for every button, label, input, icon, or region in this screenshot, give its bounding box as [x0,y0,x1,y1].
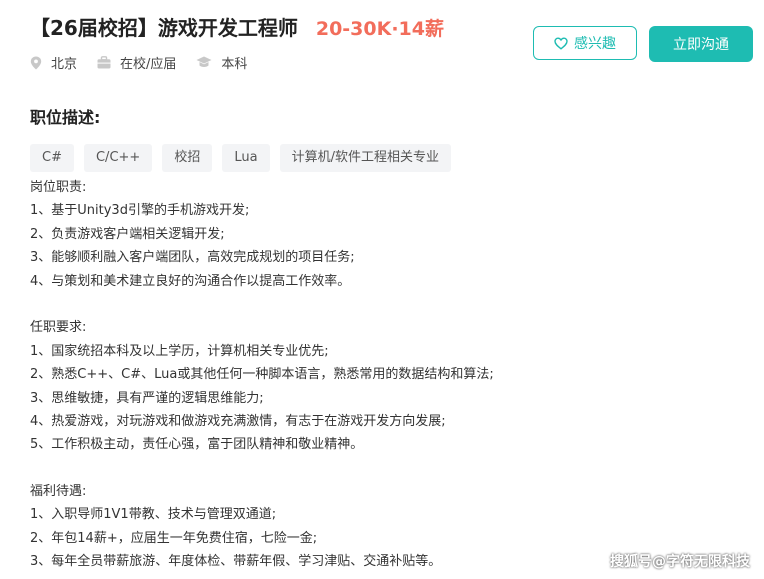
job-location: 北京 [51,57,78,72]
duty-item: 2、负责游戏客户端相关逻辑开发; [30,226,225,242]
chat-now-button[interactable]: 立即沟通 [649,26,753,62]
requirement-item: 1、国家统招本科及以上学历，计算机相关专业优先; [30,343,329,359]
location-pin-icon [30,56,42,69]
skill-tag: 校招 [162,144,213,172]
interest-button-label: 感兴趣 [574,36,616,52]
duty-item: 1、基于Unity3d引擎的手机游戏开发; [30,203,250,219]
job-header: 【26届校招】游戏开发工程师 20-30K·14薪 北京 在校/应届 本科 [30,12,444,72]
job-title: 【26届校招】游戏开发工程师 [30,16,298,40]
skill-tags: C# C/C++ 校招 Lua 计算机/软件工程相关专业 [30,144,461,172]
requirements-heading: 任职要求: [30,320,87,336]
title-row: 【26届校招】游戏开发工程师 20-30K·14薪 [30,12,444,41]
benefits-heading: 福利待遇: [30,484,87,500]
job-description: 岗位职责: 1、基于Unity3d引擎的手机游戏开发; 2、负责游戏客户端相关逻… [30,176,730,574]
requirement-item: 2、熟悉C++、C#、Lua或其他任何一种脚本语言，熟悉常用的数据结构和算法; [30,367,494,383]
meta-education: 本科 [196,53,247,72]
heart-icon [554,36,568,50]
graduation-cap-icon [196,56,212,67]
watermark: 搜狐号@字符无限科技 [610,554,750,570]
job-status: 在校/应届 [120,57,177,72]
benefit-item: 2、年包14薪+，应届生一年免费住宿，七险一金; [30,530,318,546]
job-education: 本科 [221,57,248,72]
section-title: 职位描述: [30,108,101,127]
requirement-item: 5、工作积极主动，责任心强，富于团队精神和敬业精神。 [30,437,364,453]
skill-tag: C/C++ [83,144,153,172]
briefcase-icon [97,56,111,69]
duty-item: 3、能够顺利融入客户端团队，高效完成规划的项目任务; [30,250,355,266]
chat-now-button-label: 立即沟通 [673,37,729,53]
requirement-item: 3、思维敏捷，具有严谨的逻辑思维能力; [30,390,264,406]
meta-location: 北京 [30,53,77,72]
skill-tag: C# [30,144,74,172]
meta-status: 在校/应届 [97,53,176,72]
job-salary: 20-30K·14薪 [315,18,444,40]
skill-tag: 计算机/软件工程相关专业 [279,144,451,172]
requirement-item: 4、热爱游戏，对玩游戏和做游戏充满激情，有志于在游戏开发方向发展; [30,413,446,429]
job-meta: 北京 在校/应届 本科 [30,53,444,72]
duties-heading: 岗位职责: [30,180,87,195]
duty-item: 4、与策划和美术建立良好的沟通合作以提高工作效率。 [30,273,351,289]
benefit-item: 1、入职导师1V1带教、技术与管理双通道; [30,507,277,523]
interest-button[interactable]: 感兴趣 [533,26,637,60]
skill-tag: Lua [222,144,270,172]
